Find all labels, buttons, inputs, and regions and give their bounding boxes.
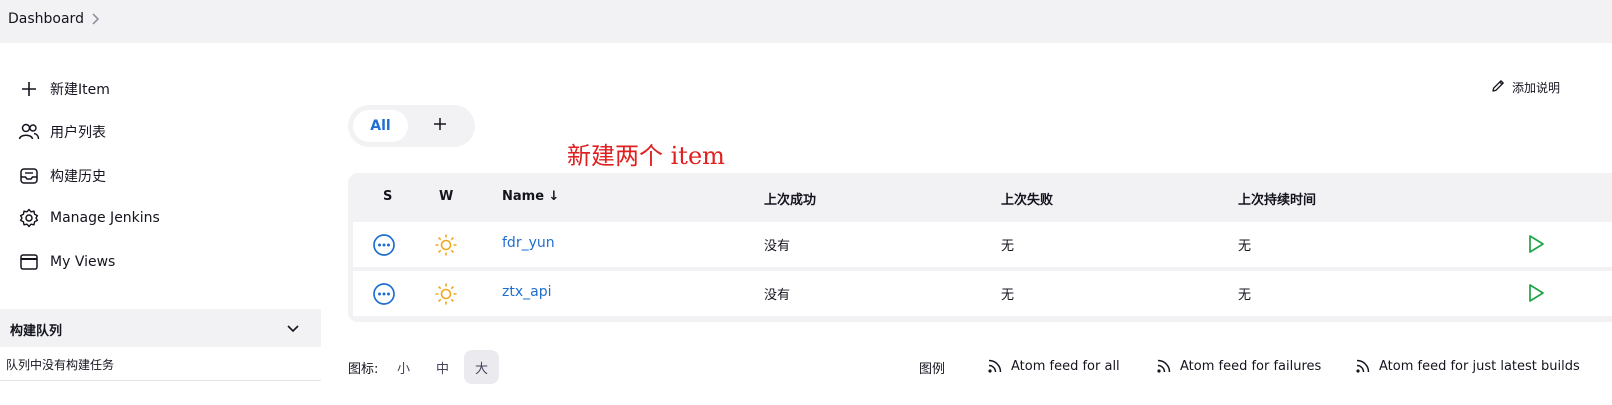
- plus-icon: [433, 117, 447, 135]
- column-header-last-duration[interactable]: 上次持续时间: [1238, 189, 1316, 208]
- feed-label: Atom feed for just latest builds: [1379, 358, 1580, 374]
- breadcrumb-dashboard[interactable]: Dashboard: [8, 11, 84, 27]
- column-header-last-failure[interactable]: 上次失败: [1001, 189, 1053, 208]
- icon-size-label: 图标:: [348, 362, 379, 377]
- play-icon[interactable]: [1526, 282, 1546, 308]
- atom-feed-failures-link[interactable]: Atom feed for failures: [1156, 358, 1321, 374]
- gear-icon: [18, 207, 40, 229]
- last-failure-cell: 无: [1001, 239, 1015, 254]
- column-header-last-success[interactable]: 上次成功: [764, 189, 816, 208]
- column-header-name[interactable]: Name ↓: [502, 189, 559, 204]
- sidebar-item-label: 新建Item: [50, 82, 110, 98]
- people-icon: [18, 121, 40, 143]
- legend-link[interactable]: 图例: [919, 358, 945, 377]
- last-duration-cell: 无: [1238, 288, 1252, 303]
- divider: [0, 380, 321, 381]
- sidebar-item-label: My Views: [50, 254, 116, 270]
- chevron-right-icon[interactable]: [90, 12, 100, 30]
- last-failure-cell: 无: [1001, 288, 1015, 303]
- sunny-icon: [434, 282, 458, 310]
- column-header-weather[interactable]: W: [439, 189, 453, 204]
- rss-icon: [987, 358, 1003, 374]
- build-queue-empty: 队列中没有构建任务: [6, 358, 115, 372]
- last-duration-cell: 无: [1238, 239, 1252, 254]
- not-built-icon: [372, 233, 396, 261]
- window-icon: [18, 251, 40, 273]
- sidebar-item-manage-jenkins[interactable]: Manage Jenkins: [18, 204, 160, 232]
- atom-feed-latest-link[interactable]: Atom feed for just latest builds: [1355, 358, 1580, 374]
- icon-size-medium[interactable]: 中: [436, 358, 449, 377]
- feed-label: Atom feed for failures: [1180, 358, 1322, 374]
- sidebar-item-label: 构建历史: [50, 169, 106, 185]
- job-link[interactable]: fdr_yun: [502, 235, 555, 251]
- history-inbox-icon: [18, 165, 40, 187]
- play-icon[interactable]: [1526, 233, 1546, 259]
- plus-icon: [18, 78, 40, 100]
- rss-icon: [1355, 358, 1371, 374]
- icon-size-large[interactable]: 大: [475, 358, 488, 377]
- add-view-button[interactable]: [428, 114, 452, 138]
- edit-description-label: 添加说明: [1512, 81, 1561, 95]
- rss-icon: [1156, 358, 1172, 374]
- sidebar-item-build-history[interactable]: 构建历史: [18, 162, 106, 190]
- last-success-cell: 没有: [764, 239, 791, 254]
- icon-size-small[interactable]: 小: [397, 358, 410, 377]
- sidebar-item-label: Manage Jenkins: [50, 210, 160, 226]
- build-queue-title: 构建队列: [10, 324, 63, 339]
- jobs-table: S W Name ↓ 上次成功 上次失败 上次持续时间 fdr_yun 没有 无…: [348, 173, 1612, 322]
- build-queue-header[interactable]: 构建队列: [0, 309, 321, 347]
- annotation-text: 新建两个 item: [567, 142, 725, 170]
- sidebar-item-users[interactable]: 用户列表: [18, 118, 106, 146]
- table-row: fdr_yun 没有 无 无: [353, 222, 1612, 267]
- pencil-icon: [1490, 78, 1506, 97]
- not-built-icon: [372, 282, 396, 310]
- sidebar-item-new-item[interactable]: 新建Item: [18, 75, 110, 103]
- sunny-icon: [434, 233, 458, 261]
- tab-all[interactable]: All: [353, 110, 408, 142]
- feed-label: Atom feed for all: [1011, 358, 1120, 374]
- column-header-status[interactable]: S: [383, 189, 392, 204]
- last-success-cell: 没有: [764, 288, 791, 303]
- atom-feed-all-link[interactable]: Atom feed for all: [987, 358, 1120, 374]
- edit-description-button[interactable]: 添加说明: [1490, 78, 1560, 97]
- table-row: ztx_api 没有 无 无: [353, 271, 1612, 316]
- sidebar-item-my-views[interactable]: My Views: [18, 248, 115, 276]
- sidebar-item-label: 用户列表: [50, 125, 106, 141]
- chevron-down-icon[interactable]: [286, 322, 300, 338]
- top-bar: Dashboard: [0, 0, 1612, 43]
- job-link[interactable]: ztx_api: [502, 284, 551, 300]
- view-tabs: All: [348, 105, 475, 147]
